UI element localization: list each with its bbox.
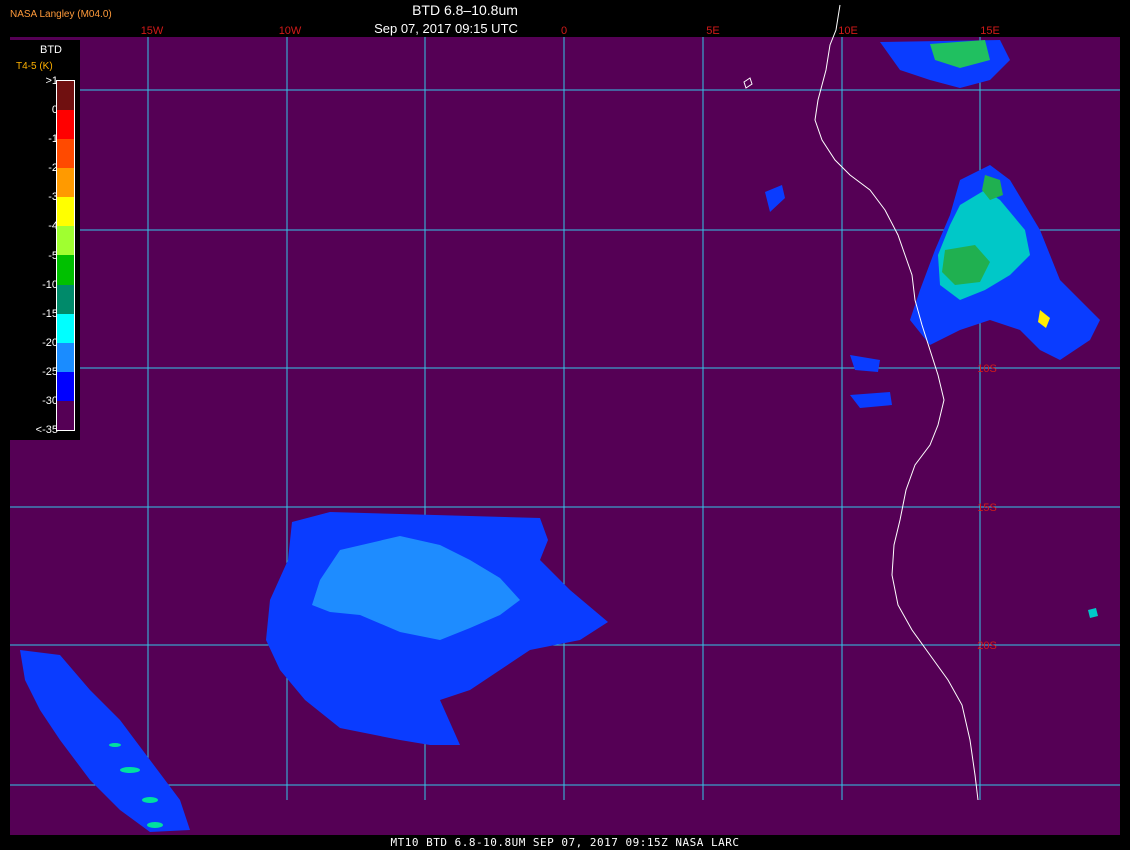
map-background — [10, 37, 1120, 835]
color-bar-segment — [57, 400, 74, 430]
color-bar-segment — [57, 110, 74, 140]
color-bar-segment — [57, 168, 74, 198]
color-bar-segment — [57, 197, 74, 227]
latitude-label: 20S — [977, 640, 997, 652]
latitude-label: 10S — [977, 363, 997, 375]
latitude-label: 15S — [977, 502, 997, 514]
satellite-map: 15W 10W 0 5E 10E 15E10S15S20S — [10, 4, 1120, 835]
legend-title: BTD — [40, 44, 62, 56]
color-bar-segment — [57, 226, 74, 256]
color-bar-segment — [57, 371, 74, 401]
color-bar-segment — [57, 139, 74, 169]
color-bar — [56, 80, 75, 431]
legend-tick-label: <-35 — [35, 424, 58, 436]
product-title: BTD 6.8–10.8um — [412, 2, 518, 18]
longitude-label: 15E — [980, 25, 1000, 37]
color-bar-segment — [57, 81, 74, 111]
color-bar-segment — [57, 255, 74, 285]
color-legend: BTD T4-5 (K) >1 0 -1 -2 -3 -4 -5 -10 -15 -20 -25 -3… — [10, 40, 80, 440]
legend-subtitle: T4-5 (K) — [16, 61, 53, 72]
color-bar-segment — [57, 313, 74, 343]
color-bar-segment — [57, 342, 74, 372]
footer-caption: MT10 BTD 6.8-10.8UM SEP 07, 2017 09:15Z … — [390, 836, 740, 849]
timestamp: Sep 07, 2017 09:15 UTC — [374, 21, 518, 36]
color-bar-segment — [57, 284, 74, 314]
